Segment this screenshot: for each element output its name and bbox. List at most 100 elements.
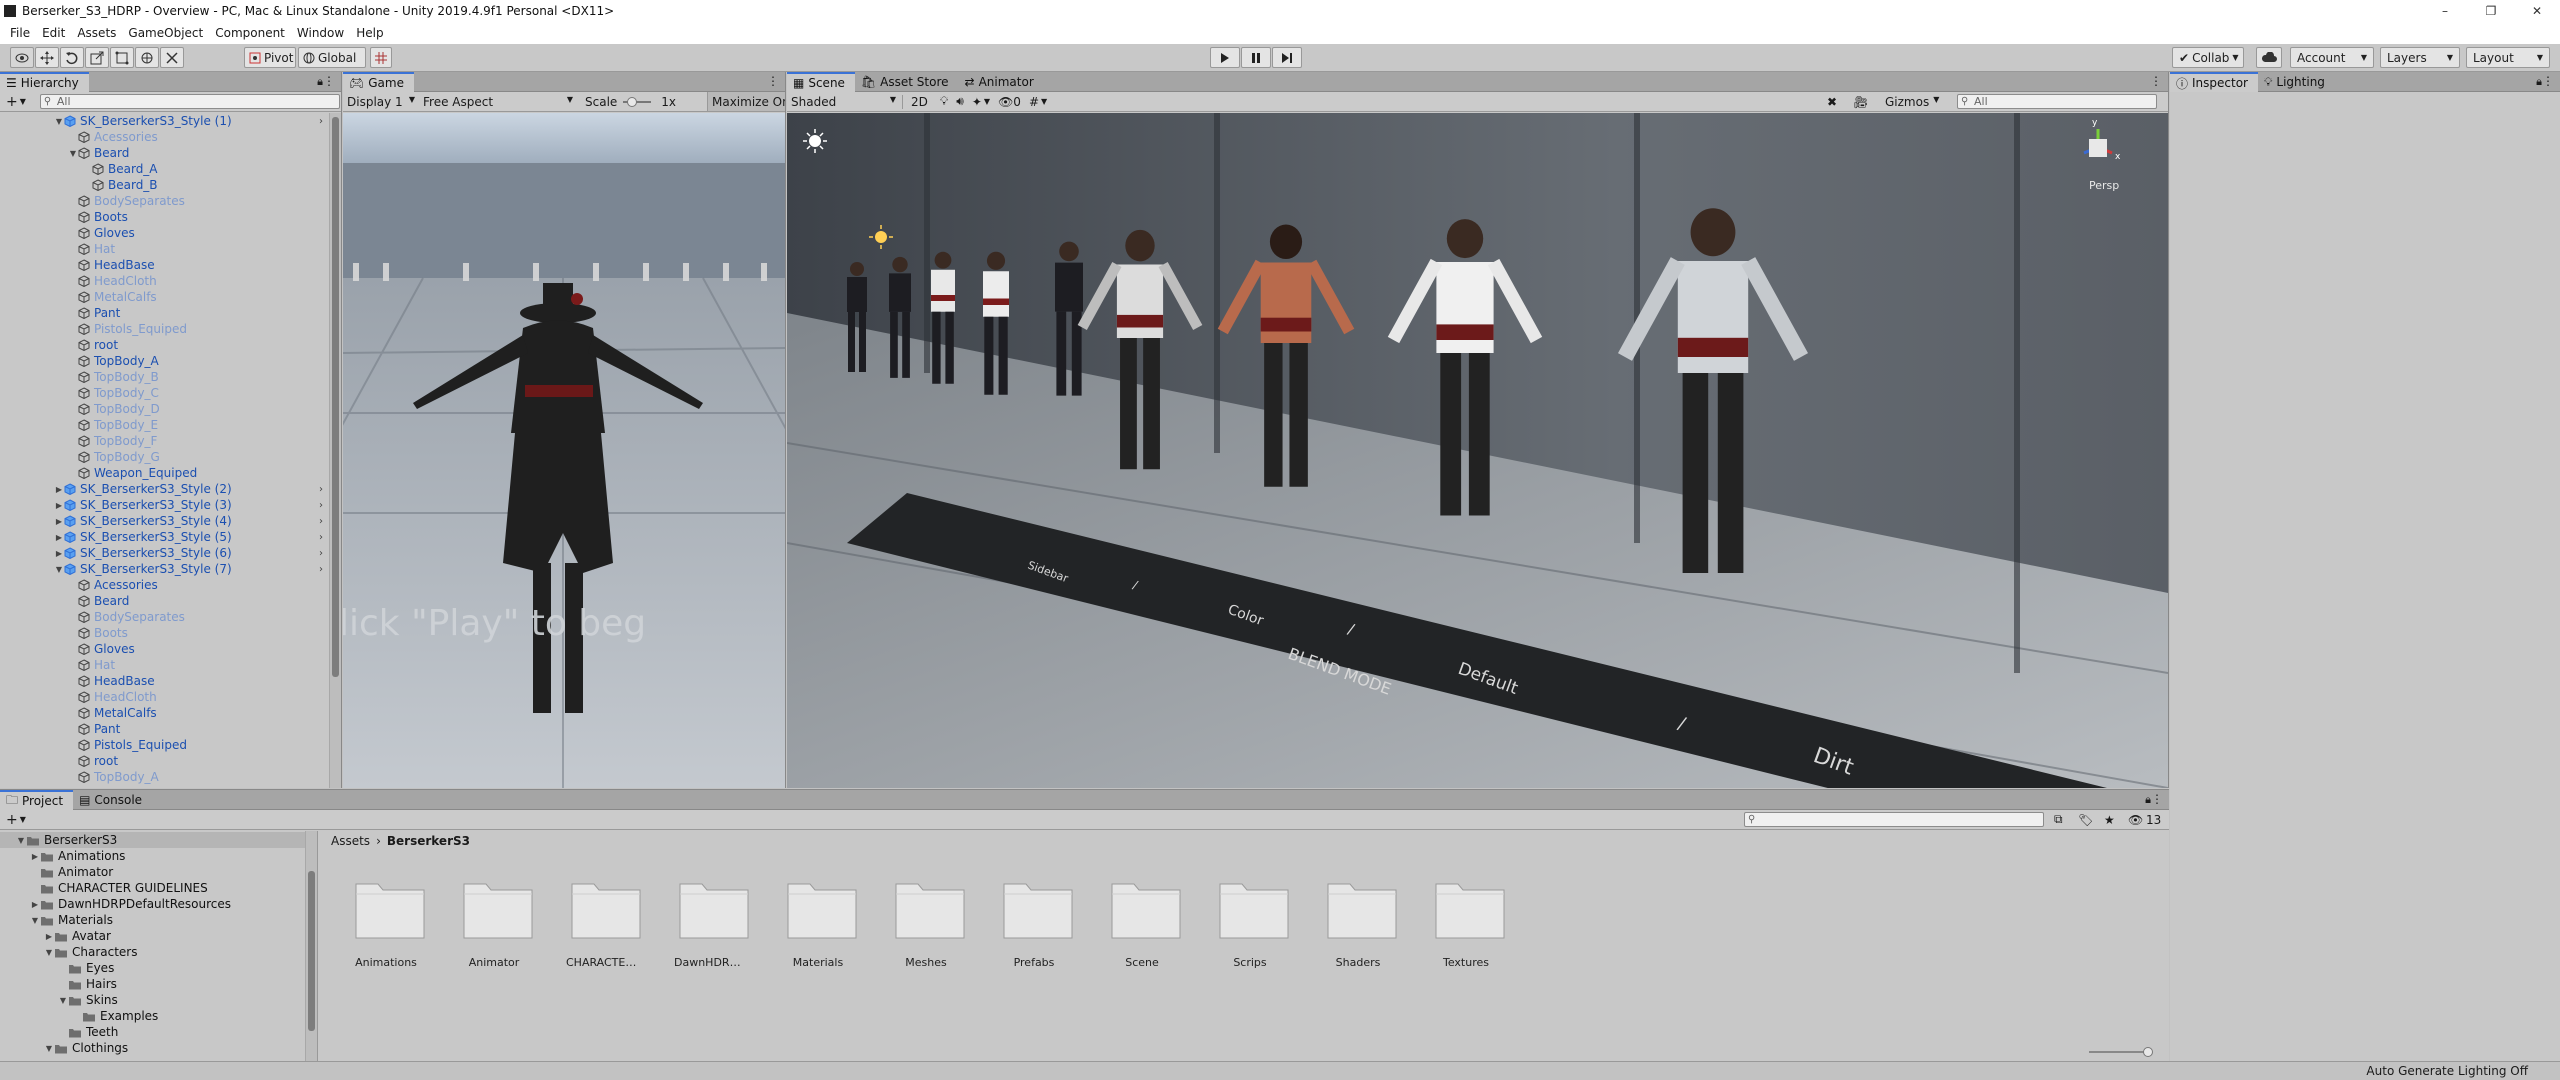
hierarchy-row[interactable]: TopBody_C [0, 385, 329, 401]
layers-dropdown[interactable]: Layers ▼ [2380, 47, 2460, 68]
asset-folder[interactable]: CHARACTER GUI... [566, 878, 646, 969]
hierarchy-row[interactable]: BodySeparates [0, 609, 329, 625]
pause-button[interactable] [1241, 47, 1271, 68]
hierarchy-row[interactable]: BodySeparates [0, 193, 329, 209]
hierarchy-row[interactable]: HeadCloth [0, 273, 329, 289]
hierarchy-row[interactable]: HeadBase [0, 257, 329, 273]
open-prefab-chevron-icon[interactable]: › [319, 532, 323, 543]
camera-icon[interactable]: 🎥︎ [1853, 95, 1868, 109]
hierarchy-row[interactable]: Weapon_Equiped [0, 465, 329, 481]
project-tree-item[interactable]: ▶ DawnHDRPDefaultResources [0, 896, 305, 912]
hierarchy-scrollbar[interactable] [329, 113, 341, 788]
hierarchy-row[interactable]: Hat [0, 241, 329, 257]
open-prefab-chevron-icon[interactable]: › [319, 564, 323, 575]
project-search-input[interactable]: ⚲ [1744, 812, 2044, 827]
open-prefab-chevron-icon[interactable]: › [319, 500, 323, 511]
tab-project[interactable]: 🗀 Project [0, 790, 74, 810]
expand-arrow-icon[interactable]: ▼ [68, 149, 78, 158]
more-options-icon[interactable]: ⋮ [2150, 74, 2162, 88]
hierarchy-row[interactable]: Pistols_Equiped [0, 737, 329, 753]
collab-dropdown[interactable]: ✔ Collab ▼ [2172, 47, 2244, 68]
hierarchy-row[interactable]: Beard_A [0, 161, 329, 177]
favorites-star-icon[interactable]: ★ [2104, 813, 2115, 827]
open-prefab-chevron-icon[interactable]: › [319, 516, 323, 527]
tab-console[interactable]: ▤ Console [73, 790, 152, 810]
global-toggle[interactable]: Global [298, 47, 366, 68]
project-tree-item[interactable]: ▼ Materials [0, 912, 305, 928]
asset-folder[interactable]: Animator [458, 878, 538, 969]
scale-slider[interactable] [623, 96, 652, 107]
cloud-button[interactable] [2256, 47, 2282, 68]
hierarchy-row[interactable]: Boots [0, 209, 329, 225]
open-prefab-chevron-icon[interactable]: › [319, 484, 323, 495]
hierarchy-row[interactable]: TopBody_B [0, 369, 329, 385]
asset-folder[interactable]: Meshes [890, 878, 970, 969]
2d-toggle[interactable]: 2D [911, 95, 928, 109]
menu-file[interactable]: File [4, 26, 36, 40]
hierarchy-row[interactable]: Beard_B [0, 177, 329, 193]
scrollbar-thumb[interactable] [308, 871, 315, 1031]
expand-arrow-icon[interactable]: ▶ [54, 517, 64, 526]
step-button[interactable] [1272, 47, 1302, 68]
tab-lighting[interactable]: 💡︎ Lighting [2258, 72, 2335, 92]
create-add-button[interactable]: + [6, 94, 18, 110]
menu-component[interactable]: Component [209, 26, 291, 40]
tab-animator[interactable]: ⇄ Animator [959, 72, 1044, 92]
hierarchy-row[interactable]: ▼ SK_BerserkerS3_Style (7) › [0, 561, 329, 577]
hierarchy-row[interactable]: MetalCalfs [0, 705, 329, 721]
hierarchy-row[interactable]: TopBody_A [0, 353, 329, 369]
hierarchy-row[interactable]: ▼ Beard [0, 145, 329, 161]
expand-arrow-icon[interactable]: ▼ [30, 916, 40, 925]
menu-assets[interactable]: Assets [71, 26, 122, 40]
audio-toggle-icon[interactable]: 🔊︎ [956, 94, 964, 109]
expand-arrow-icon[interactable]: ▼ [54, 565, 64, 574]
hierarchy-row[interactable]: Pistols_Equiped [0, 321, 329, 337]
project-tree-item[interactable]: Animator [0, 864, 305, 880]
maximize-on-play-toggle[interactable]: Maximize On [707, 92, 785, 111]
hierarchy-row[interactable]: Pant [0, 721, 329, 737]
tab-inspector[interactable]: ⓘ Inspector [2170, 72, 2258, 92]
effects-toggle-icon[interactable]: ✦ [972, 95, 982, 109]
project-tree-scrollbar[interactable] [305, 831, 317, 1061]
game-viewport[interactable]: lick "Play" to beg [343, 113, 785, 788]
asset-folder[interactable]: Prefabs [998, 878, 1078, 969]
hierarchy-row[interactable]: ▶ SK_BerserkerS3_Style (4) › [0, 513, 329, 529]
hierarchy-row[interactable]: HeadBase [0, 673, 329, 689]
hierarchy-row[interactable]: Acessories [0, 129, 329, 145]
hidden-packages-icon[interactable]: 👁︎ [2128, 813, 2143, 827]
asset-folder[interactable]: Scrips [1214, 878, 1294, 969]
hierarchy-row[interactable]: TopBody_A [0, 769, 329, 785]
scrollbar-thumb[interactable] [332, 117, 339, 677]
shading-mode-dropdown[interactable]: Shaded ▼ [787, 94, 903, 109]
asset-folder[interactable]: Animations [350, 878, 430, 969]
asset-folder[interactable]: Shaders [1322, 878, 1402, 969]
asset-folder[interactable]: Textures [1430, 878, 1510, 969]
expand-arrow-icon[interactable]: ▼ [58, 996, 68, 1005]
hierarchy-row[interactable]: TopBody_E [0, 417, 329, 433]
hidden-objects-icon[interactable]: 👁︎ [998, 95, 1013, 109]
icon-size-slider[interactable] [2089, 1047, 2153, 1057]
rotate-tool-button[interactable] [60, 47, 84, 68]
expand-arrow-icon[interactable]: ▶ [54, 549, 64, 558]
project-tree-item[interactable]: Teeth [0, 1024, 305, 1040]
asset-folder[interactable]: Scene [1106, 878, 1186, 969]
menu-help[interactable]: Help [350, 26, 389, 40]
asset-folder[interactable]: DawnHDRPDefaul... [674, 878, 754, 969]
project-tree-item[interactable]: Hairs [0, 976, 305, 992]
tab-game[interactable]: 🎮︎ Game [343, 72, 414, 92]
expand-arrow-icon[interactable]: ▶ [54, 485, 64, 494]
expand-arrow-icon[interactable]: ▶ [30, 900, 40, 909]
expand-arrow-icon[interactable]: ▶ [30, 852, 40, 861]
hierarchy-row[interactable]: TopBody_F [0, 433, 329, 449]
slider-handle[interactable] [2143, 1047, 2153, 1057]
hierarchy-row[interactable]: Gloves [0, 641, 329, 657]
hierarchy-row[interactable]: ▼ SK_BerserkerS3_Style (1) › [0, 113, 329, 129]
more-options-icon[interactable]: ⋮ [323, 74, 335, 88]
snap-button[interactable] [370, 47, 392, 68]
open-prefab-chevron-icon[interactable]: › [319, 116, 323, 127]
project-tree-item[interactable]: Examples [0, 1008, 305, 1024]
hierarchy-row[interactable]: ▶ SK_BerserkerS3_Style (3) › [0, 497, 329, 513]
project-tree-item[interactable]: ▼ Characters [0, 944, 305, 960]
menu-edit[interactable]: Edit [36, 26, 71, 40]
hierarchy-row[interactable]: TopBody_D [0, 401, 329, 417]
